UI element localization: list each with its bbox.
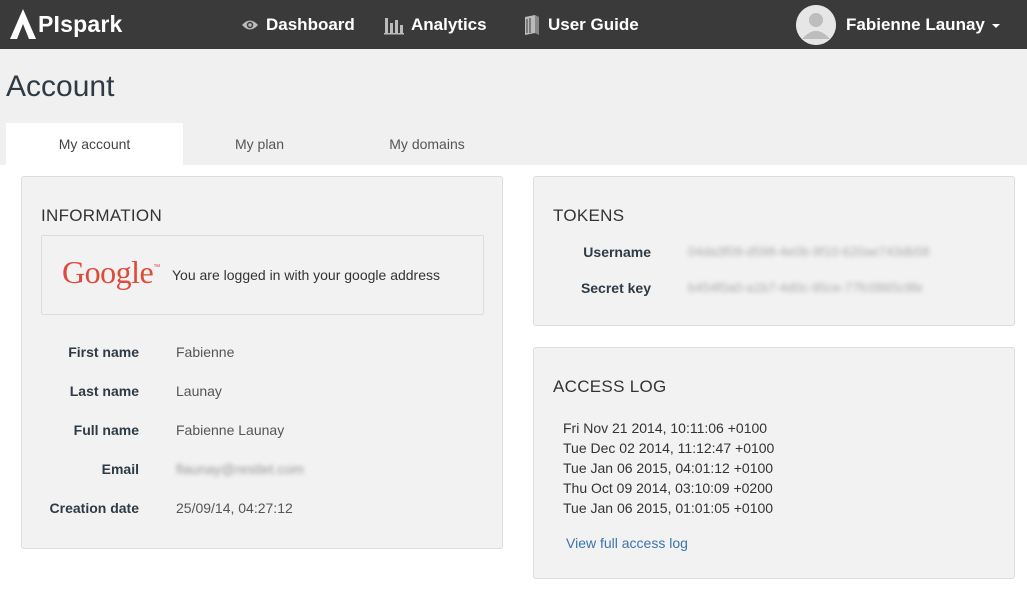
tab-my-account[interactable]: My account [6, 123, 183, 165]
email-label: Email [101, 461, 139, 477]
info-row-last-name: Last name Launay [22, 383, 502, 403]
nav-dashboard[interactable]: Dashboard [241, 0, 355, 49]
info-row-first-name: First name Fabienne [22, 344, 502, 364]
access-log-entry: Tue Jan 06 2015, 01:01:05 +0100 [563, 500, 774, 516]
token-username-label: Username [583, 244, 651, 260]
full-name-value: Fabienne Launay [176, 422, 285, 438]
view-full-access-log-link[interactable]: View full access log [566, 535, 688, 551]
creation-date-label: Creation date [49, 500, 139, 516]
first-name-value: Fabienne [176, 344, 235, 360]
access-log-entry: Fri Nov 21 2014, 10:11:06 +0100 [563, 420, 768, 436]
google-logo: Google™ [62, 254, 160, 290]
email-value: flaunay@restlet.com [176, 461, 304, 477]
token-secret-key-label: Secret key [580, 280, 651, 296]
full-name-label: Full name [73, 422, 139, 438]
user-name: Fabienne Launay [846, 14, 985, 34]
nav-dashboard-label: Dashboard [266, 14, 355, 34]
info-row-creation-date: Creation date 25/09/14, 04:27:12 [22, 500, 502, 520]
bar-chart-icon [384, 15, 404, 35]
info-row-email: Email flaunay@restlet.com [22, 461, 502, 481]
access-log-entry: Tue Dec 02 2014, 11:12:47 +0100 [563, 440, 775, 456]
access-log-list: Fri Nov 21 2014, 10:11:06 +0100 Tue Dec … [563, 418, 774, 518]
user-menu-dropdown[interactable]: Fabienne Launay [796, 0, 1000, 49]
brand-name: PIspark [38, 10, 123, 37]
nav-analytics-label: Analytics [411, 14, 487, 34]
google-login-box: Google™ You are logged in with your goog… [41, 235, 484, 315]
nav-analytics[interactable]: Analytics [384, 0, 487, 49]
page-title: Account [6, 70, 115, 103]
nav-user-guide-label: User Guide [548, 14, 639, 34]
account-tabs: My account My plan My domains [0, 123, 1027, 165]
chevron-down-icon [991, 24, 1000, 28]
tab-my-plan[interactable]: My plan [183, 123, 336, 165]
access-log-entry: Thu Oct 09 2014, 03:10:09 +0200 [563, 480, 773, 496]
book-icon [523, 14, 541, 36]
user-avatar-icon [796, 4, 836, 45]
token-secret-key-value: b454f0a0-a1b7-4d0c-95ce-77fc0865c9fe [688, 280, 923, 295]
token-username-value: 04da3f09-d598-4e0b-9f10-620ae743db58 [688, 244, 930, 259]
info-row-full-name: Full name Fabienne Launay [22, 422, 502, 442]
nav-user-guide[interactable]: User Guide [523, 0, 639, 49]
creation-date-value: 25/09/14, 04:27:12 [176, 500, 293, 516]
token-row-username: Username 04da3f09-d598-4e0b-9f10-620ae74… [534, 244, 1014, 264]
tokens-panel: TOKENS Username 04da3f09-d598-4e0b-9f10-… [533, 176, 1015, 326]
google-login-message: You are logged in with your google addre… [172, 267, 441, 283]
apispark-logo[interactable]: PIspark [9, 6, 123, 42]
last-name-value: Launay [176, 383, 222, 399]
first-name-label: First name [68, 344, 139, 360]
apispark-logo-icon [10, 9, 36, 39]
token-row-secret-key: Secret key b454f0a0-a1b7-4d0c-95ce-77fc0… [534, 280, 1014, 300]
information-title: INFORMATION [41, 206, 163, 225]
access-log-title: ACCESS LOG [553, 377, 667, 396]
access-log-entry: Tue Jan 06 2015, 04:01:12 +0100 [563, 460, 774, 476]
information-panel: INFORMATION Google™ You are logged in wi… [21, 176, 503, 549]
access-log-panel: ACCESS LOG Fri Nov 21 2014, 10:11:06 +01… [533, 347, 1015, 579]
tokens-title: TOKENS [553, 206, 625, 225]
eye-icon [241, 19, 259, 31]
last-name-label: Last name [69, 383, 139, 399]
tab-my-domains[interactable]: My domains [336, 123, 518, 165]
top-navbar: PIspark Dashboard Analytics User Guide F… [0, 0, 1027, 49]
